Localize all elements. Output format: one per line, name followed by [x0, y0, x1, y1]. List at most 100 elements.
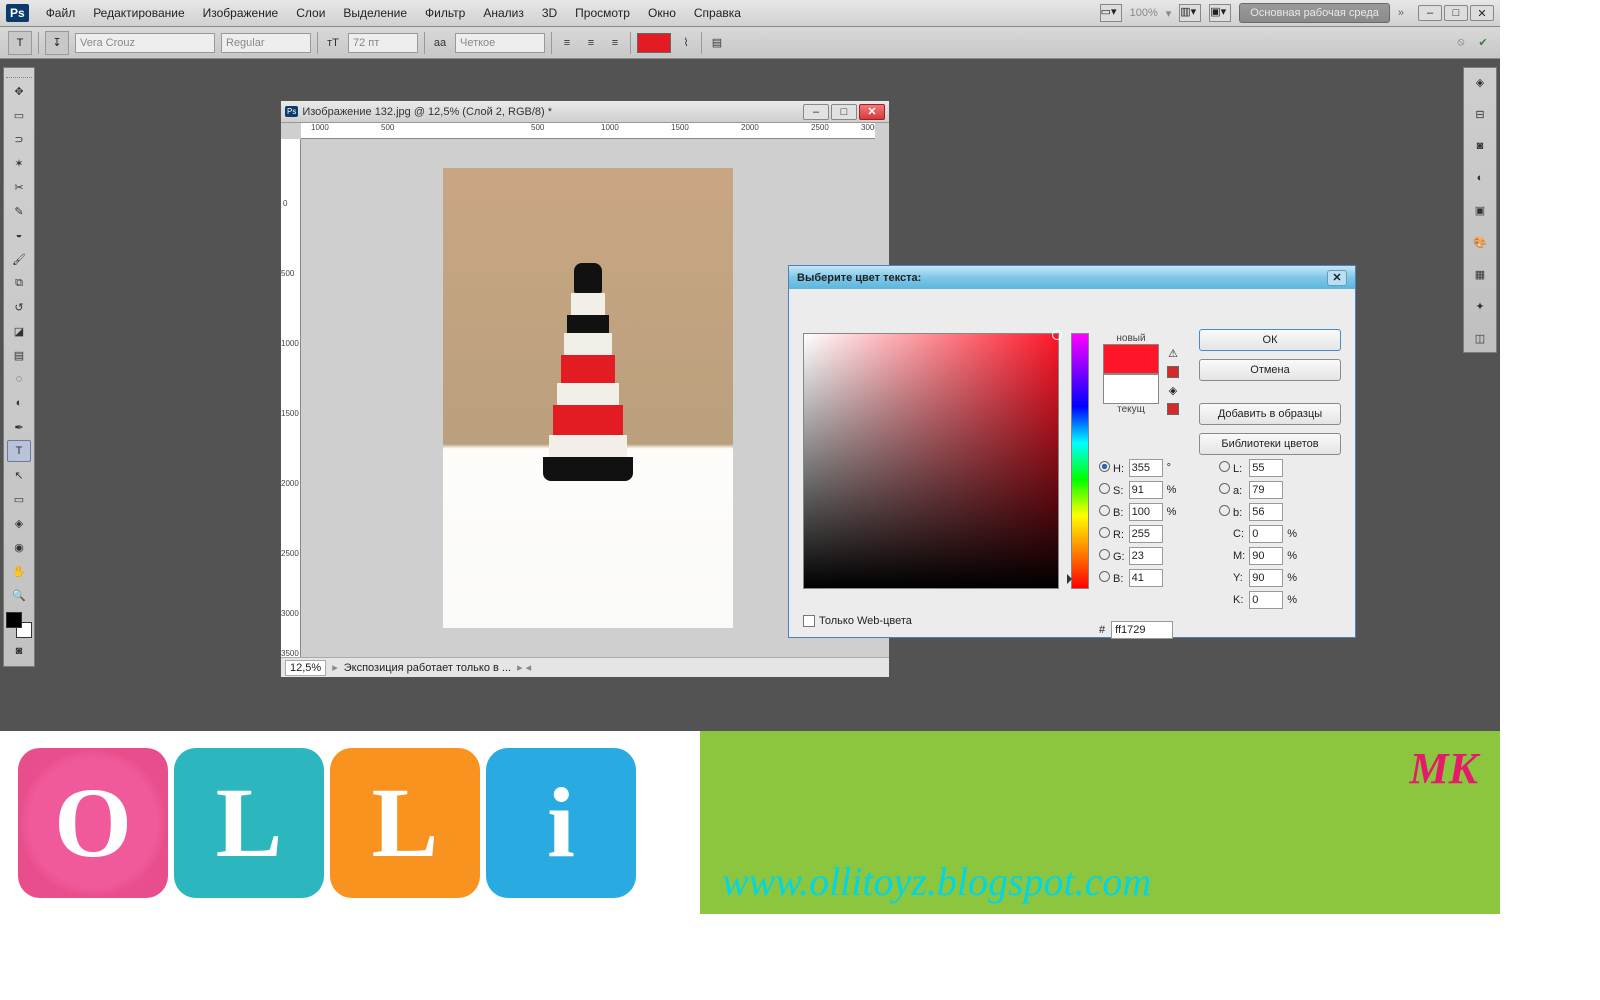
- quickmask-icon[interactable]: ◙: [7, 640, 31, 662]
- menu-view[interactable]: Просмотр: [566, 6, 639, 20]
- crop-tool-icon[interactable]: ✂: [7, 176, 31, 198]
- masks-panel-icon[interactable]: ▣: [1468, 200, 1492, 220]
- a-radio[interactable]: [1219, 483, 1230, 494]
- eraser-tool-icon[interactable]: ◪: [7, 320, 31, 342]
- adjustments-panel-icon[interactable]: ◐: [1468, 168, 1492, 188]
- magic-wand-tool-icon[interactable]: ✶: [7, 152, 31, 174]
- s-radio[interactable]: [1099, 483, 1110, 494]
- align-center-icon[interactable]: ≡: [582, 34, 600, 52]
- doc-close-button[interactable]: ✕: [859, 104, 885, 120]
- styles-panel-icon[interactable]: ✦: [1468, 296, 1492, 316]
- hue-slider[interactable]: [1071, 333, 1089, 589]
- h-radio[interactable]: [1099, 461, 1110, 472]
- move-tool-icon[interactable]: ✥: [7, 80, 31, 102]
- bb-input[interactable]: [1129, 503, 1163, 521]
- k-input[interactable]: [1249, 591, 1283, 609]
- text-color-swatch[interactable]: [637, 33, 671, 53]
- color-panel-icon[interactable]: 🎨: [1468, 232, 1492, 252]
- maximize-workspace-button[interactable]: □: [1444, 5, 1468, 21]
- web-colors-checkbox[interactable]: [803, 615, 815, 627]
- m-input[interactable]: [1249, 547, 1283, 565]
- marquee-tool-icon[interactable]: ▭: [7, 104, 31, 126]
- b-radio[interactable]: [1099, 505, 1110, 516]
- font-family-dropdown[interactable]: Vera Crouz: [75, 33, 215, 53]
- path-select-tool-icon[interactable]: ↖: [7, 464, 31, 486]
- brush-tool-icon[interactable]: 🖌: [7, 248, 31, 270]
- screen-mode-icon[interactable]: ▭▾: [1100, 4, 1122, 22]
- eyedropper-tool-icon[interactable]: ✎: [7, 200, 31, 222]
- add-swatch-button[interactable]: Добавить в образцы: [1199, 403, 1341, 425]
- swatches-panel-icon[interactable]: ▦: [1468, 264, 1492, 284]
- font-style-dropdown[interactable]: Regular: [221, 33, 311, 53]
- chevron-icon[interactable]: »: [1398, 7, 1404, 19]
- shape-tool-icon[interactable]: ▭: [7, 488, 31, 510]
- dodge-tool-icon[interactable]: ◐: [7, 392, 31, 414]
- menu-select[interactable]: Выделение: [334, 6, 416, 20]
- font-size-dropdown[interactable]: 72 пт: [348, 33, 418, 53]
- dialog-close-button[interactable]: ✕: [1327, 270, 1347, 286]
- align-right-icon[interactable]: ≡: [606, 34, 624, 52]
- doc-maximize-button[interactable]: □: [831, 104, 857, 120]
- doc-zoom-field[interactable]: 12,5%: [285, 660, 326, 676]
- r-input[interactable]: [1129, 525, 1163, 543]
- commit-edits-icon[interactable]: ✔: [1474, 34, 1492, 52]
- menu-file[interactable]: Файл: [37, 6, 85, 20]
- gradient-tool-icon[interactable]: ▤: [7, 344, 31, 366]
- l-radio[interactable]: [1219, 461, 1230, 472]
- g-radio[interactable]: [1099, 549, 1110, 560]
- websafe-warning-icon[interactable]: ◈: [1169, 384, 1177, 397]
- ok-button[interactable]: ОК: [1199, 329, 1341, 351]
- menu-help[interactable]: Справка: [685, 6, 750, 20]
- h-input[interactable]: [1129, 459, 1163, 477]
- pen-tool-icon[interactable]: ✒: [7, 416, 31, 438]
- cancel-edits-icon[interactable]: ⦸: [1452, 34, 1470, 52]
- history-brush-tool-icon[interactable]: ↺: [7, 296, 31, 318]
- menu-window[interactable]: Окно: [639, 6, 685, 20]
- paths-panel-icon[interactable]: ◫: [1468, 328, 1492, 348]
- minimize-workspace-button[interactable]: –: [1418, 5, 1442, 21]
- 3d-camera-tool-icon[interactable]: ◉: [7, 536, 31, 558]
- doc-minimize-button[interactable]: –: [803, 104, 829, 120]
- g-input[interactable]: [1129, 547, 1163, 565]
- bl-input[interactable]: [1129, 569, 1163, 587]
- a-input[interactable]: [1249, 481, 1283, 499]
- align-left-icon[interactable]: ≡: [558, 34, 576, 52]
- menu-edit[interactable]: Редактирование: [84, 6, 193, 20]
- r-radio[interactable]: [1099, 527, 1110, 538]
- lb-input[interactable]: [1249, 503, 1283, 521]
- c-input[interactable]: [1249, 525, 1283, 543]
- menu-layer[interactable]: Слои: [287, 6, 334, 20]
- hex-input[interactable]: [1111, 621, 1173, 639]
- menu-image[interactable]: Изображение: [194, 6, 288, 20]
- active-tool-icon[interactable]: T: [8, 31, 32, 55]
- workspace-button[interactable]: Основная рабочая среда: [1239, 3, 1390, 23]
- warp-text-icon[interactable]: ⌇: [677, 34, 695, 52]
- cancel-button[interactable]: Отмена: [1199, 359, 1341, 381]
- color-field[interactable]: [803, 333, 1059, 589]
- current-color-swatch[interactable]: [1103, 374, 1159, 404]
- color-libraries-button[interactable]: Библиотеки цветов: [1199, 433, 1341, 455]
- zoom-tool-icon[interactable]: 🔍: [7, 584, 31, 606]
- y-input[interactable]: [1249, 569, 1283, 587]
- toolbox-grip[interactable]: [6, 72, 32, 78]
- gamut-swatch[interactable]: [1167, 366, 1179, 378]
- arrange-icon[interactable]: ▥▾: [1179, 4, 1201, 22]
- menu-analysis[interactable]: Анализ: [474, 6, 533, 20]
- 3d-tool-icon[interactable]: ◈: [7, 512, 31, 534]
- websafe-swatch[interactable]: [1167, 403, 1179, 415]
- channels-panel-icon[interactable]: ⊟: [1468, 104, 1492, 124]
- lasso-tool-icon[interactable]: ⊃: [7, 128, 31, 150]
- menu-filter[interactable]: Фильтр: [416, 6, 474, 20]
- layers-panel-icon[interactable]: ◈: [1468, 72, 1492, 92]
- text-orientation-icon[interactable]: ↧: [45, 31, 69, 55]
- s-input[interactable]: [1129, 481, 1163, 499]
- healing-tool-icon[interactable]: ◒: [7, 224, 31, 246]
- antialias-dropdown[interactable]: Четкое: [455, 33, 545, 53]
- l-input[interactable]: [1249, 459, 1283, 477]
- bl-radio[interactable]: [1099, 571, 1110, 582]
- gamut-warning-icon[interactable]: ⚠: [1168, 347, 1178, 360]
- foreground-background-swatch[interactable]: [6, 612, 32, 638]
- stamp-tool-icon[interactable]: ⧉: [7, 272, 31, 294]
- navigator-panel-icon[interactable]: ◙: [1468, 136, 1492, 156]
- blur-tool-icon[interactable]: ◌: [7, 368, 31, 390]
